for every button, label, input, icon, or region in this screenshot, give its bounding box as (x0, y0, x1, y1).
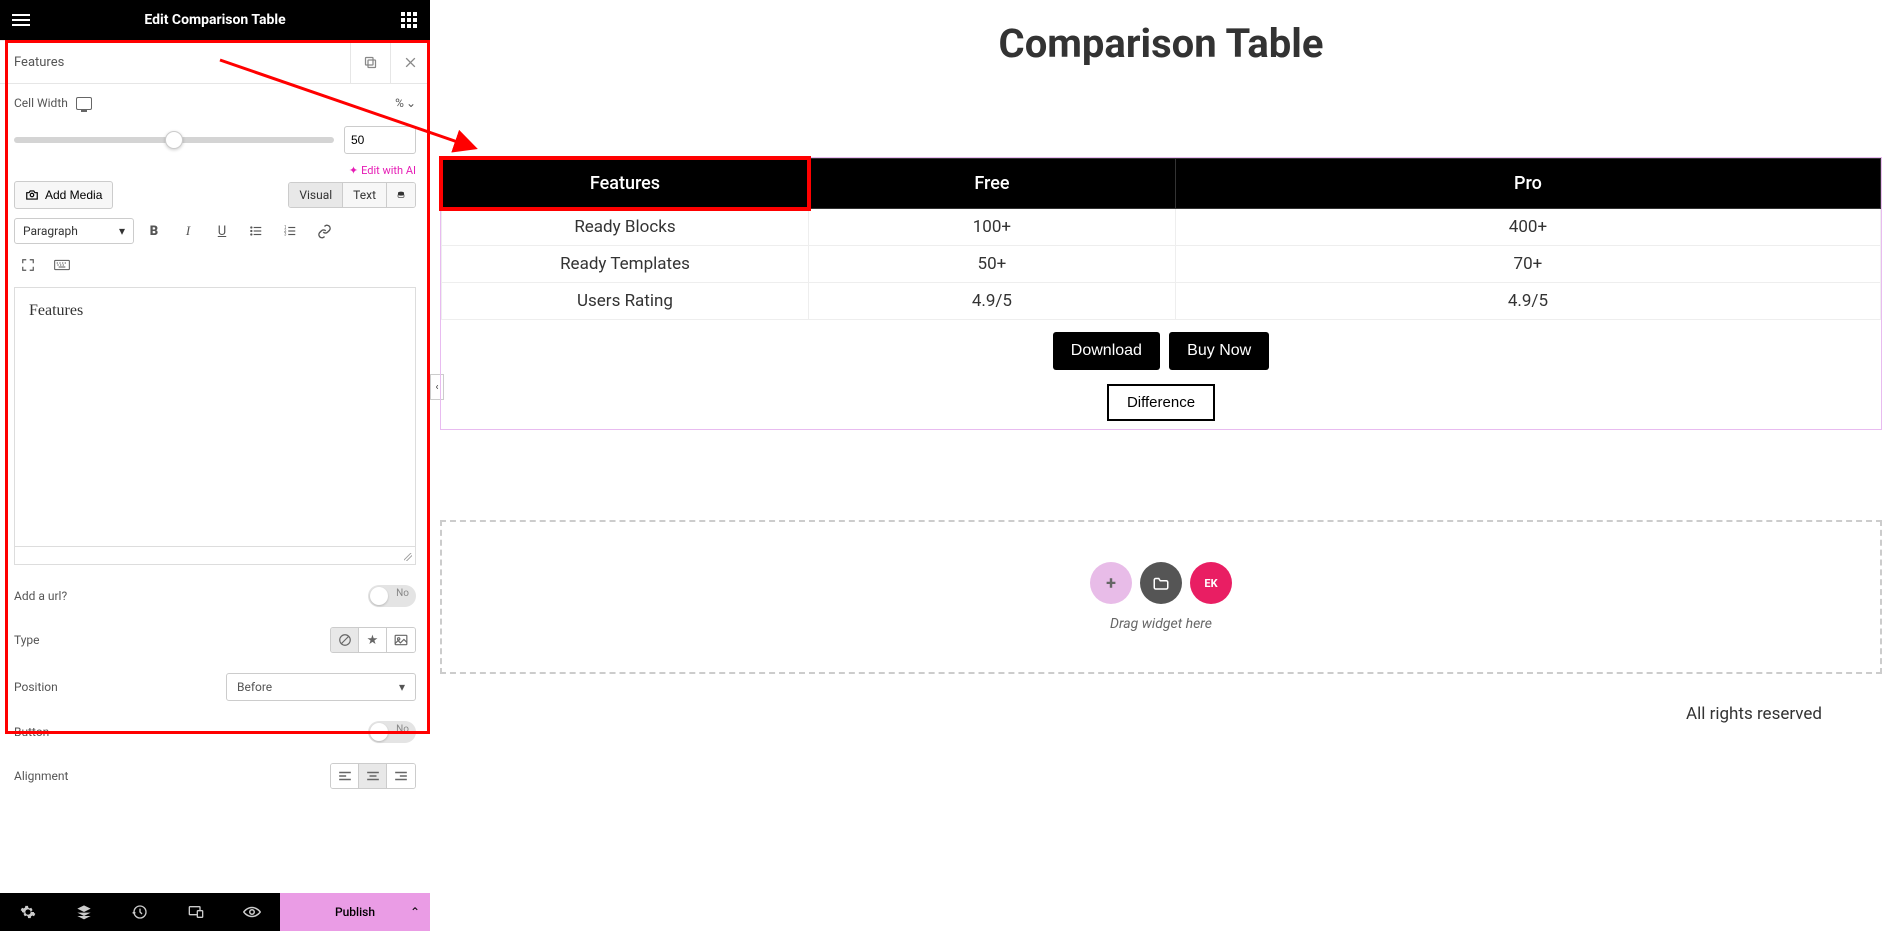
template-library-icon[interactable] (1140, 562, 1182, 604)
apps-icon[interactable] (394, 5, 424, 35)
add-section-icon[interactable]: + (1090, 562, 1132, 604)
preview-icon[interactable] (224, 893, 280, 931)
fullscreen-button[interactable] (14, 251, 42, 279)
add-url-row: Add a url? No (0, 575, 430, 617)
toggle-no-label: No (396, 588, 409, 599)
table-row: Users Rating 4.9/5 4.9/5 (442, 283, 1881, 320)
difference-row: Difference (441, 384, 1881, 421)
align-right-icon[interactable] (387, 764, 415, 788)
drop-hint: Drag widget here (442, 616, 1880, 632)
cell-width-row: Cell Width % (0, 84, 430, 122)
edit-with-ai-link[interactable]: ✦Edit with AI (0, 164, 430, 181)
elementskit-icon[interactable]: EK (1190, 562, 1232, 604)
panel-title: Edit Comparison Table (36, 12, 394, 28)
menu-icon[interactable] (6, 5, 36, 35)
bold-button[interactable]: B (140, 217, 168, 245)
close-icon[interactable] (390, 40, 430, 84)
cell-width-slider[interactable] (14, 137, 334, 143)
type-none-icon[interactable] (331, 628, 359, 652)
footer-text: All rights reserved (440, 704, 1882, 734)
drop-zone[interactable]: + EK Drag widget here (440, 520, 1882, 674)
table-header-pro[interactable]: Pro (1175, 159, 1880, 209)
type-row: Type ★ (0, 617, 430, 663)
responsive-icon[interactable] (168, 893, 224, 931)
panel-body: Features Cell Width % (0, 40, 430, 931)
rich-text-editor[interactable]: Features (14, 287, 416, 547)
history-icon[interactable] (112, 893, 168, 931)
rte-resize-handle[interactable] (14, 547, 416, 565)
canvas: ‹ Comparison Table Features Free Pro Rea… (430, 0, 1892, 931)
toggle-no-label: No (396, 724, 409, 735)
bulleted-list-button[interactable] (242, 217, 270, 245)
align-center-icon[interactable] (359, 764, 387, 788)
difference-button[interactable]: Difference (1107, 384, 1215, 421)
editor-toolbar: Add Media Visual Text (0, 181, 430, 217)
editor-panel: Edit Comparison Table Features (0, 0, 430, 931)
alignment-selector (330, 763, 416, 789)
type-star-icon[interactable]: ★ (359, 628, 387, 652)
section-header[interactable]: Features (0, 40, 430, 84)
dynamic-tags-icon[interactable] (387, 183, 415, 207)
publish-button[interactable]: Publish ⌃ (280, 893, 430, 931)
button-row: Button No (0, 711, 430, 753)
cell-width-label: Cell Width (14, 96, 68, 110)
type-label: Type (14, 633, 40, 647)
position-select[interactable]: Before▾ (226, 673, 416, 701)
link-button[interactable] (310, 217, 338, 245)
position-row: Position Before▾ (0, 663, 430, 711)
download-button[interactable]: Download (1053, 332, 1160, 370)
add-media-label: Add Media (45, 188, 102, 202)
editor-mode-tabs: Visual Text (288, 182, 416, 208)
alignment-row: Alignment (0, 753, 430, 799)
comparison-table: Features Free Pro Ready Blocks 100+ 400+… (441, 158, 1881, 320)
button-label: Button (14, 725, 49, 739)
button-row: Download Buy Now (441, 332, 1881, 370)
type-selector: ★ (330, 627, 416, 653)
settings-icon[interactable] (0, 893, 56, 931)
panel-header: Edit Comparison Table (0, 0, 430, 40)
duplicate-icon[interactable] (350, 40, 390, 84)
desktop-icon[interactable] (76, 97, 92, 110)
table-header-features[interactable]: Features (442, 159, 809, 209)
section-title: Features (14, 55, 64, 70)
chevron-up-icon: ⌃ (410, 905, 420, 919)
table-row: Ready Blocks 100+ 400+ (442, 209, 1881, 246)
type-image-icon[interactable] (387, 628, 415, 652)
bottom-toolbar: Publish ⌃ (0, 893, 430, 931)
paragraph-select[interactable]: Paragraph▾ (14, 218, 134, 244)
table-header-free[interactable]: Free (808, 159, 1175, 209)
keyboard-button[interactable] (48, 251, 76, 279)
tab-visual[interactable]: Visual (289, 183, 343, 207)
comparison-table-widget[interactable]: Features Free Pro Ready Blocks 100+ 400+… (440, 157, 1882, 430)
button-toggle[interactable]: No (368, 721, 416, 743)
numbered-list-button[interactable]: 123 (276, 217, 304, 245)
table-row: Ready Templates 50+ 70+ (442, 246, 1881, 283)
slider-thumb[interactable] (165, 131, 183, 149)
unit-selector[interactable]: % (395, 96, 416, 110)
position-label: Position (14, 680, 58, 694)
page-title: Comparison Table (440, 20, 1882, 67)
tab-text[interactable]: Text (343, 183, 387, 207)
layers-icon[interactable] (56, 893, 112, 931)
underline-button[interactable]: U (208, 217, 236, 245)
buy-now-button[interactable]: Buy Now (1169, 332, 1269, 370)
sparkle-icon: ✦ (349, 164, 358, 177)
slider-row (0, 122, 430, 164)
camera-icon (25, 188, 39, 202)
add-url-toggle[interactable]: No (368, 585, 416, 607)
format-toolbar-1: Paragraph▾ B I U 123 (0, 217, 430, 251)
italic-button[interactable]: I (174, 217, 202, 245)
svg-text:3: 3 (284, 232, 287, 237)
format-toolbar-2 (0, 251, 430, 287)
align-left-icon[interactable] (331, 764, 359, 788)
add-media-button[interactable]: Add Media (14, 181, 113, 209)
alignment-label: Alignment (14, 769, 68, 783)
add-url-label: Add a url? (14, 589, 67, 603)
cell-width-input[interactable] (344, 126, 416, 154)
